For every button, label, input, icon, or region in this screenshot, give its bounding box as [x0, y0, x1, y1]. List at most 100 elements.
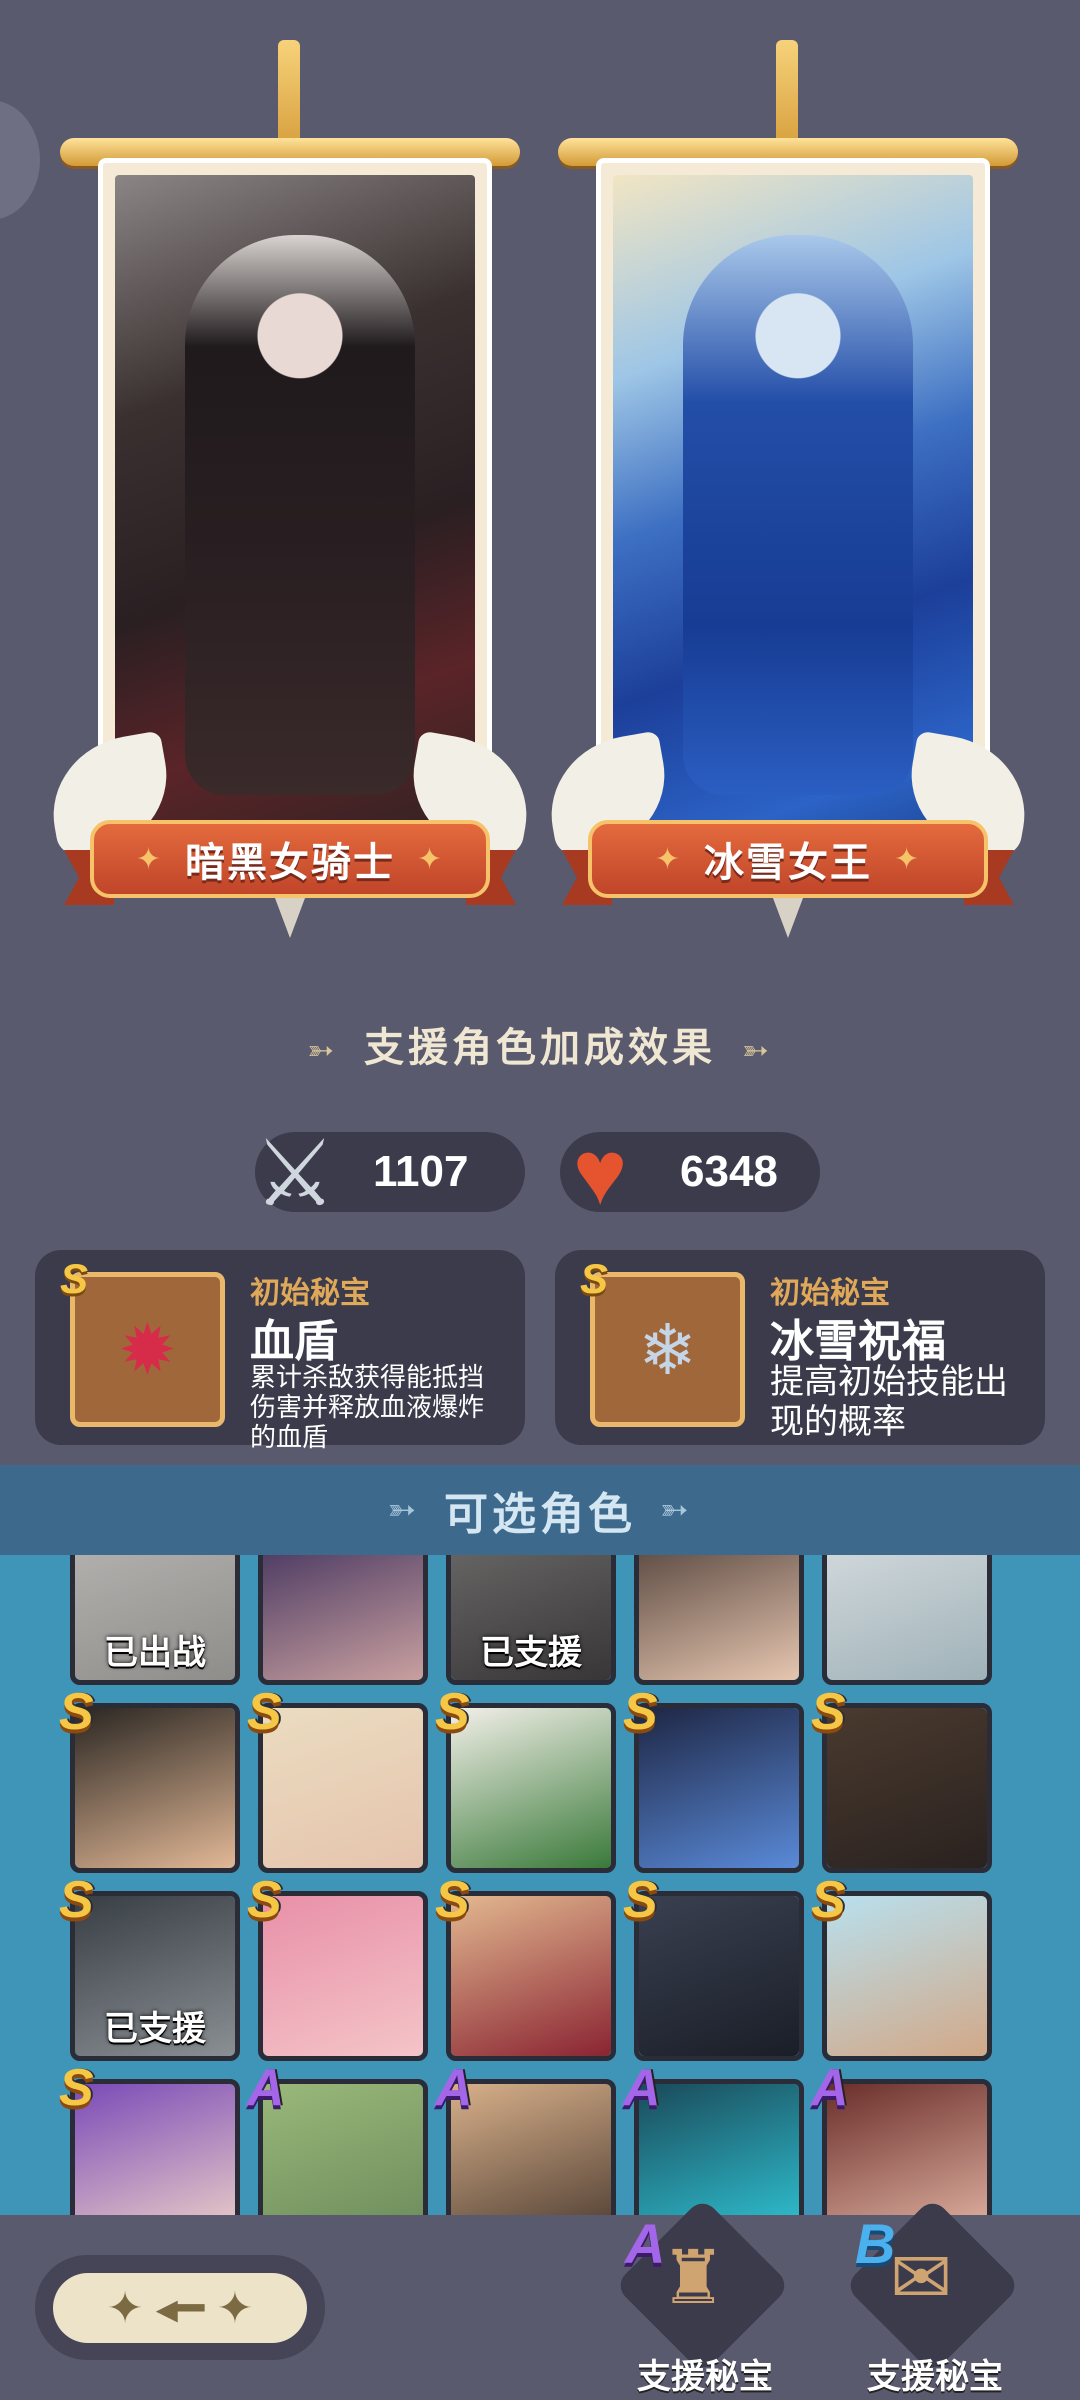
back-button[interactable]: ✦ ◂━ ✦ — [35, 2255, 325, 2360]
character-card[interactable]: 已支援 — [446, 1555, 616, 1685]
ornament-icon: ✦ — [135, 842, 163, 876]
character-card[interactable] — [822, 1555, 992, 1685]
hero-figure — [185, 235, 415, 795]
support-relic-label: 支援秘宝 — [637, 2358, 773, 2396]
character-card[interactable]: A — [811, 2059, 992, 2215]
bonus-section-title: ➳ 支援角色加成效果 ➳ — [0, 1015, 1080, 1073]
rank-badge: S — [580, 1255, 609, 1302]
character-card[interactable]: 已出战 — [70, 1555, 240, 1685]
support-relic-slot-a[interactable]: ♜ A 支援秘宝 — [600, 2197, 810, 2398]
character-portrait — [263, 1896, 423, 2056]
rank-badge: S — [60, 1255, 89, 1302]
relic-desc: 累计杀敌获得能抵挡伤害并释放血液爆炸的血盾 — [250, 1362, 485, 1452]
character-portrait — [827, 1708, 987, 1868]
hero-banner-dark-knight[interactable]: ✦ 暗黑女骑士 ✦ — [41, 40, 539, 960]
character-portrait — [639, 1555, 799, 1680]
rank-badge: S — [247, 1683, 282, 1741]
rank-badge: S — [811, 1871, 846, 1929]
character-portrait — [451, 1708, 611, 1868]
rank-badge: S — [623, 1683, 658, 1741]
rank-badge: S — [247, 1871, 282, 1929]
attack-stat: ⚔ 1107 — [254, 1123, 525, 1225]
character-card[interactable]: A — [435, 2059, 616, 2215]
character-card[interactable]: S 已支援 — [59, 1871, 240, 2061]
character-card[interactable]: S — [435, 1683, 616, 1873]
relic-desc: 提高初始技能出现的概率 — [770, 1363, 1008, 1441]
character-portrait — [75, 2084, 235, 2215]
character-portrait — [639, 1708, 799, 1868]
back-arrow-icon: ✦ ◂━ ✦ — [106, 2283, 254, 2333]
support-relic-slot-b[interactable]: ✉ B 支援秘宝 — [830, 2197, 1040, 2398]
hero-banner-ice-queen[interactable]: ✦ 冰雪女王 ✦ — [539, 40, 1037, 960]
character-card[interactable]: S — [811, 1871, 992, 2061]
relic-card-ice-blessing[interactable]: ❄ S 初始秘宝 冰雪祝福 提高初始技能出现的概率 — [555, 1250, 1045, 1445]
rank-badge: S — [435, 1871, 470, 1929]
relic-card-blood-shield[interactable]: ✹ S 初始秘宝 血盾 累计杀敌获得能抵挡伤害并释放血液爆炸的血盾 — [35, 1250, 525, 1452]
character-portrait — [451, 2084, 611, 2215]
back-button-face: ✦ ◂━ ✦ — [53, 2273, 307, 2343]
ornament-icon: ✦ — [417, 842, 445, 876]
ice-blessing-icon: ❄ — [590, 1272, 745, 1427]
relic-name: 血盾 — [250, 1317, 338, 1366]
character-portrait — [639, 1896, 799, 2056]
ribbon-tip — [275, 898, 305, 938]
character-card[interactable]: S — [435, 1871, 616, 2061]
character-portrait — [263, 1708, 423, 1868]
rank-badge: A — [435, 2059, 473, 2117]
heart-icon: ♥ — [572, 1121, 628, 1224]
hero-name: 暗黑女骑士 — [185, 841, 395, 885]
rank-badge: S — [59, 1683, 94, 1741]
rank-badge: S — [811, 1683, 846, 1741]
relic-name: 冰雪祝福 — [770, 1317, 946, 1366]
character-card[interactable]: A — [247, 2059, 428, 2215]
character-status: 已支援 — [104, 2010, 206, 2048]
ornament-icon: ✦ — [894, 842, 922, 876]
character-card[interactable]: S — [59, 1683, 240, 1873]
ornament-icon: ➳ — [307, 1032, 338, 1068]
bottom-bar: ✦ ◂━ ✦ ♜ A 支援秘宝 ✉ B 支援秘宝 — [0, 2197, 1080, 2400]
rank-badge: S — [59, 2059, 94, 2117]
support-relic-label: 支援秘宝 — [867, 2358, 1003, 2396]
character-card[interactable]: S — [811, 1683, 992, 1873]
character-portrait — [827, 1896, 987, 2056]
ornament-icon: ✦ — [654, 842, 682, 876]
rank-badge: A — [247, 2059, 285, 2117]
character-portrait — [263, 2084, 423, 2215]
character-card[interactable] — [258, 1555, 428, 1685]
blood-shield-icon: ✹ — [70, 1272, 225, 1427]
picker-title: 可选角色 — [444, 1490, 636, 1539]
hero-name: 冰雪女王 — [704, 841, 872, 885]
ornament-icon: ➳ — [660, 1491, 693, 1529]
character-card[interactable]: S — [623, 1871, 804, 2061]
attack-value: 1107 — [373, 1147, 469, 1196]
character-status: 已支援 — [480, 1634, 582, 1672]
character-card[interactable] — [634, 1555, 804, 1685]
character-status: 已出战 — [104, 1634, 206, 1672]
rank-badge: S — [59, 1871, 94, 1929]
character-portrait — [827, 2084, 987, 2215]
character-portrait — [263, 1555, 423, 1680]
ribbon-tip — [773, 898, 803, 938]
character-card[interactable]: A — [623, 2059, 804, 2215]
character-picker[interactable]: 已出战 已支援 S S S S S S 已支援 S S S S S A A A A — [0, 1555, 1080, 2215]
character-portrait — [639, 2084, 799, 2215]
muscle-figure-icon: ♜ — [660, 2236, 727, 2319]
rank-badge: B — [855, 2212, 896, 2275]
character-picker-header: ➳ 可选角色 ➳ — [0, 1465, 1080, 1555]
character-portrait — [75, 1708, 235, 1868]
character-portrait — [827, 1555, 987, 1680]
character-card[interactable]: S — [623, 1683, 804, 1873]
rank-badge: A — [625, 2212, 666, 2275]
rank-badge: A — [811, 2059, 849, 2117]
character-card[interactable]: S — [247, 1683, 428, 1873]
sword-icon: ⚔ — [253, 1122, 337, 1225]
character-card[interactable]: S — [247, 1871, 428, 2061]
hero-name-ribbon: ✦ 暗黑女骑士 ✦ — [64, 820, 516, 938]
ornament-icon: ➳ — [387, 1491, 420, 1529]
hp-value: 6348 — [680, 1147, 778, 1196]
ornament-icon: ➳ — [742, 1032, 773, 1068]
character-card[interactable]: S — [59, 2059, 240, 2215]
bonus-title-text: 支援角色加成效果 — [364, 1026, 716, 1070]
rank-badge: S — [623, 1871, 658, 1929]
scroll-icon: ✉ — [890, 2236, 953, 2319]
